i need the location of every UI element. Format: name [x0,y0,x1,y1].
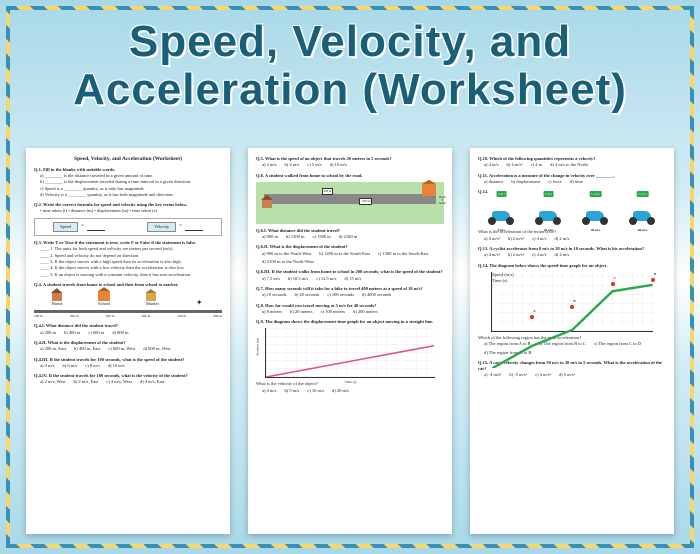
speed-box: Speed [53,222,78,232]
house-icon [52,293,62,301]
distance-sign: 900 m [322,188,334,195]
q11-prompt: Q.11. Acceleration is a measure of the c… [478,173,615,178]
q6iii-prompt: Q.6.III. If the student walks from home … [256,269,443,274]
q7-prompt: Q.7. How many seconds will it take for a… [256,286,423,291]
speed-time-chart: A B C D Speed (m/s) Time (s) [491,272,653,332]
q5-prompt: Q.5. What is the speed of an object that… [256,156,392,161]
page1-heading: Speed, Velocity, and Acceleration (Works… [34,156,222,164]
title-line-1: Speed, Velocity, and [0,18,700,66]
velocity-box: Velocity [147,222,176,232]
q4ii-prompt: Q.4.II. What is the displacement of the … [34,340,126,345]
q6-prompt: Q.6. A student walked from home to schoo… [256,173,362,178]
worksheet-page-2: Q.5. What is the speed of an object that… [248,148,452,534]
page-thumbnails: Speed, Velocity, and Acceleration (Works… [26,148,674,534]
q13-prompt: Q.13. A cyclist accelerates from 0 m/s t… [478,246,644,251]
y-axis-label: Position (m) [256,338,261,355]
road-diagram: 900 m 1200 m North ✦ South [256,182,444,224]
motorcycle-diagram: t=0 s0 m/s t=5 s20 m/s t=10 s40 m/s t=15… [478,199,666,225]
q3-prompt: Q.3. Write T or True if the statement is… [34,240,196,245]
q8-prompt: Q.8. How far would you travel moving at … [256,303,376,308]
road-path [264,194,436,204]
displacement-time-chart: Position (m) Time (s) [265,328,434,378]
house-icon [262,200,272,208]
title-line-2: Acceleration (Worksheet) [0,66,700,114]
q2-prompt: Q.2. Write the correct formula for speed… [34,202,187,207]
motorcycle-icon: t=15 s60 m/s [629,199,657,225]
school-icon [422,184,436,196]
worksheet-page-3: Q.10. Which of the following quantities … [470,148,674,534]
motorcycle-icon: t=0 s0 m/s [488,199,516,225]
x-axis-label: Time (s) [345,380,357,385]
ruler-labels: 100 m 200 m 300 m 400 m 500 m 600 m [34,314,222,319]
q1-d: d) Velocity is a ________ quantity, as i… [34,192,222,198]
q10-prompt: Q.10. Which of the following quantities … [478,156,596,161]
q12-prompt: Q.12. [478,189,488,194]
compass-icon: North ✦ South [439,196,446,205]
q9-prompt: Q.9. The diagram shows the displacement-… [256,319,433,324]
motorcycle-icon: t=10 s40 m/s [582,199,610,225]
chart-line [266,328,434,377]
market-icon [146,293,156,301]
compass-icon [194,297,204,307]
motorcycle-icon: t=5 s20 m/s [535,199,563,225]
q3-s5: ____ 5. If an object is moving with a co… [34,272,222,278]
equals-icon: = [81,223,84,230]
q4-scene: Home School Market [34,291,222,307]
q6ii-prompt: Q.6.II. What is the displacement of the … [256,244,348,249]
q4-prompt: Q.4. A student travels from home to scho… [34,282,178,287]
q1-prompt: Q.1. Fill in the blanks with suitable wo… [34,167,115,172]
q4iii-prompt: Q.4.III. If the student travels for 100 … [34,357,184,362]
distance-sign: 1200 m [359,198,372,205]
distance-ruler [34,310,222,313]
formula-box: Speed = Velocity = [34,218,222,236]
worksheet-title: Speed, Velocity, and Acceleration (Works… [0,18,700,115]
equals-icon: = [179,223,182,230]
q4iv-prompt: Q.4.IV. If the student travels for 100 s… [34,373,188,378]
q4i-prompt: Q.4.I. What distance did the student tra… [34,323,118,328]
chart-line [492,272,653,368]
q2-keys: • time taken (t) • distance (m) • displa… [34,208,222,214]
q6i-prompt: Q.6.I. What distance did the student tra… [256,228,340,233]
worksheet-page-1: Speed, Velocity, and Acceleration (Works… [26,148,230,534]
school-icon [98,291,110,301]
q14-prompt: Q.14. The diagram below shows the speed-… [478,263,607,268]
